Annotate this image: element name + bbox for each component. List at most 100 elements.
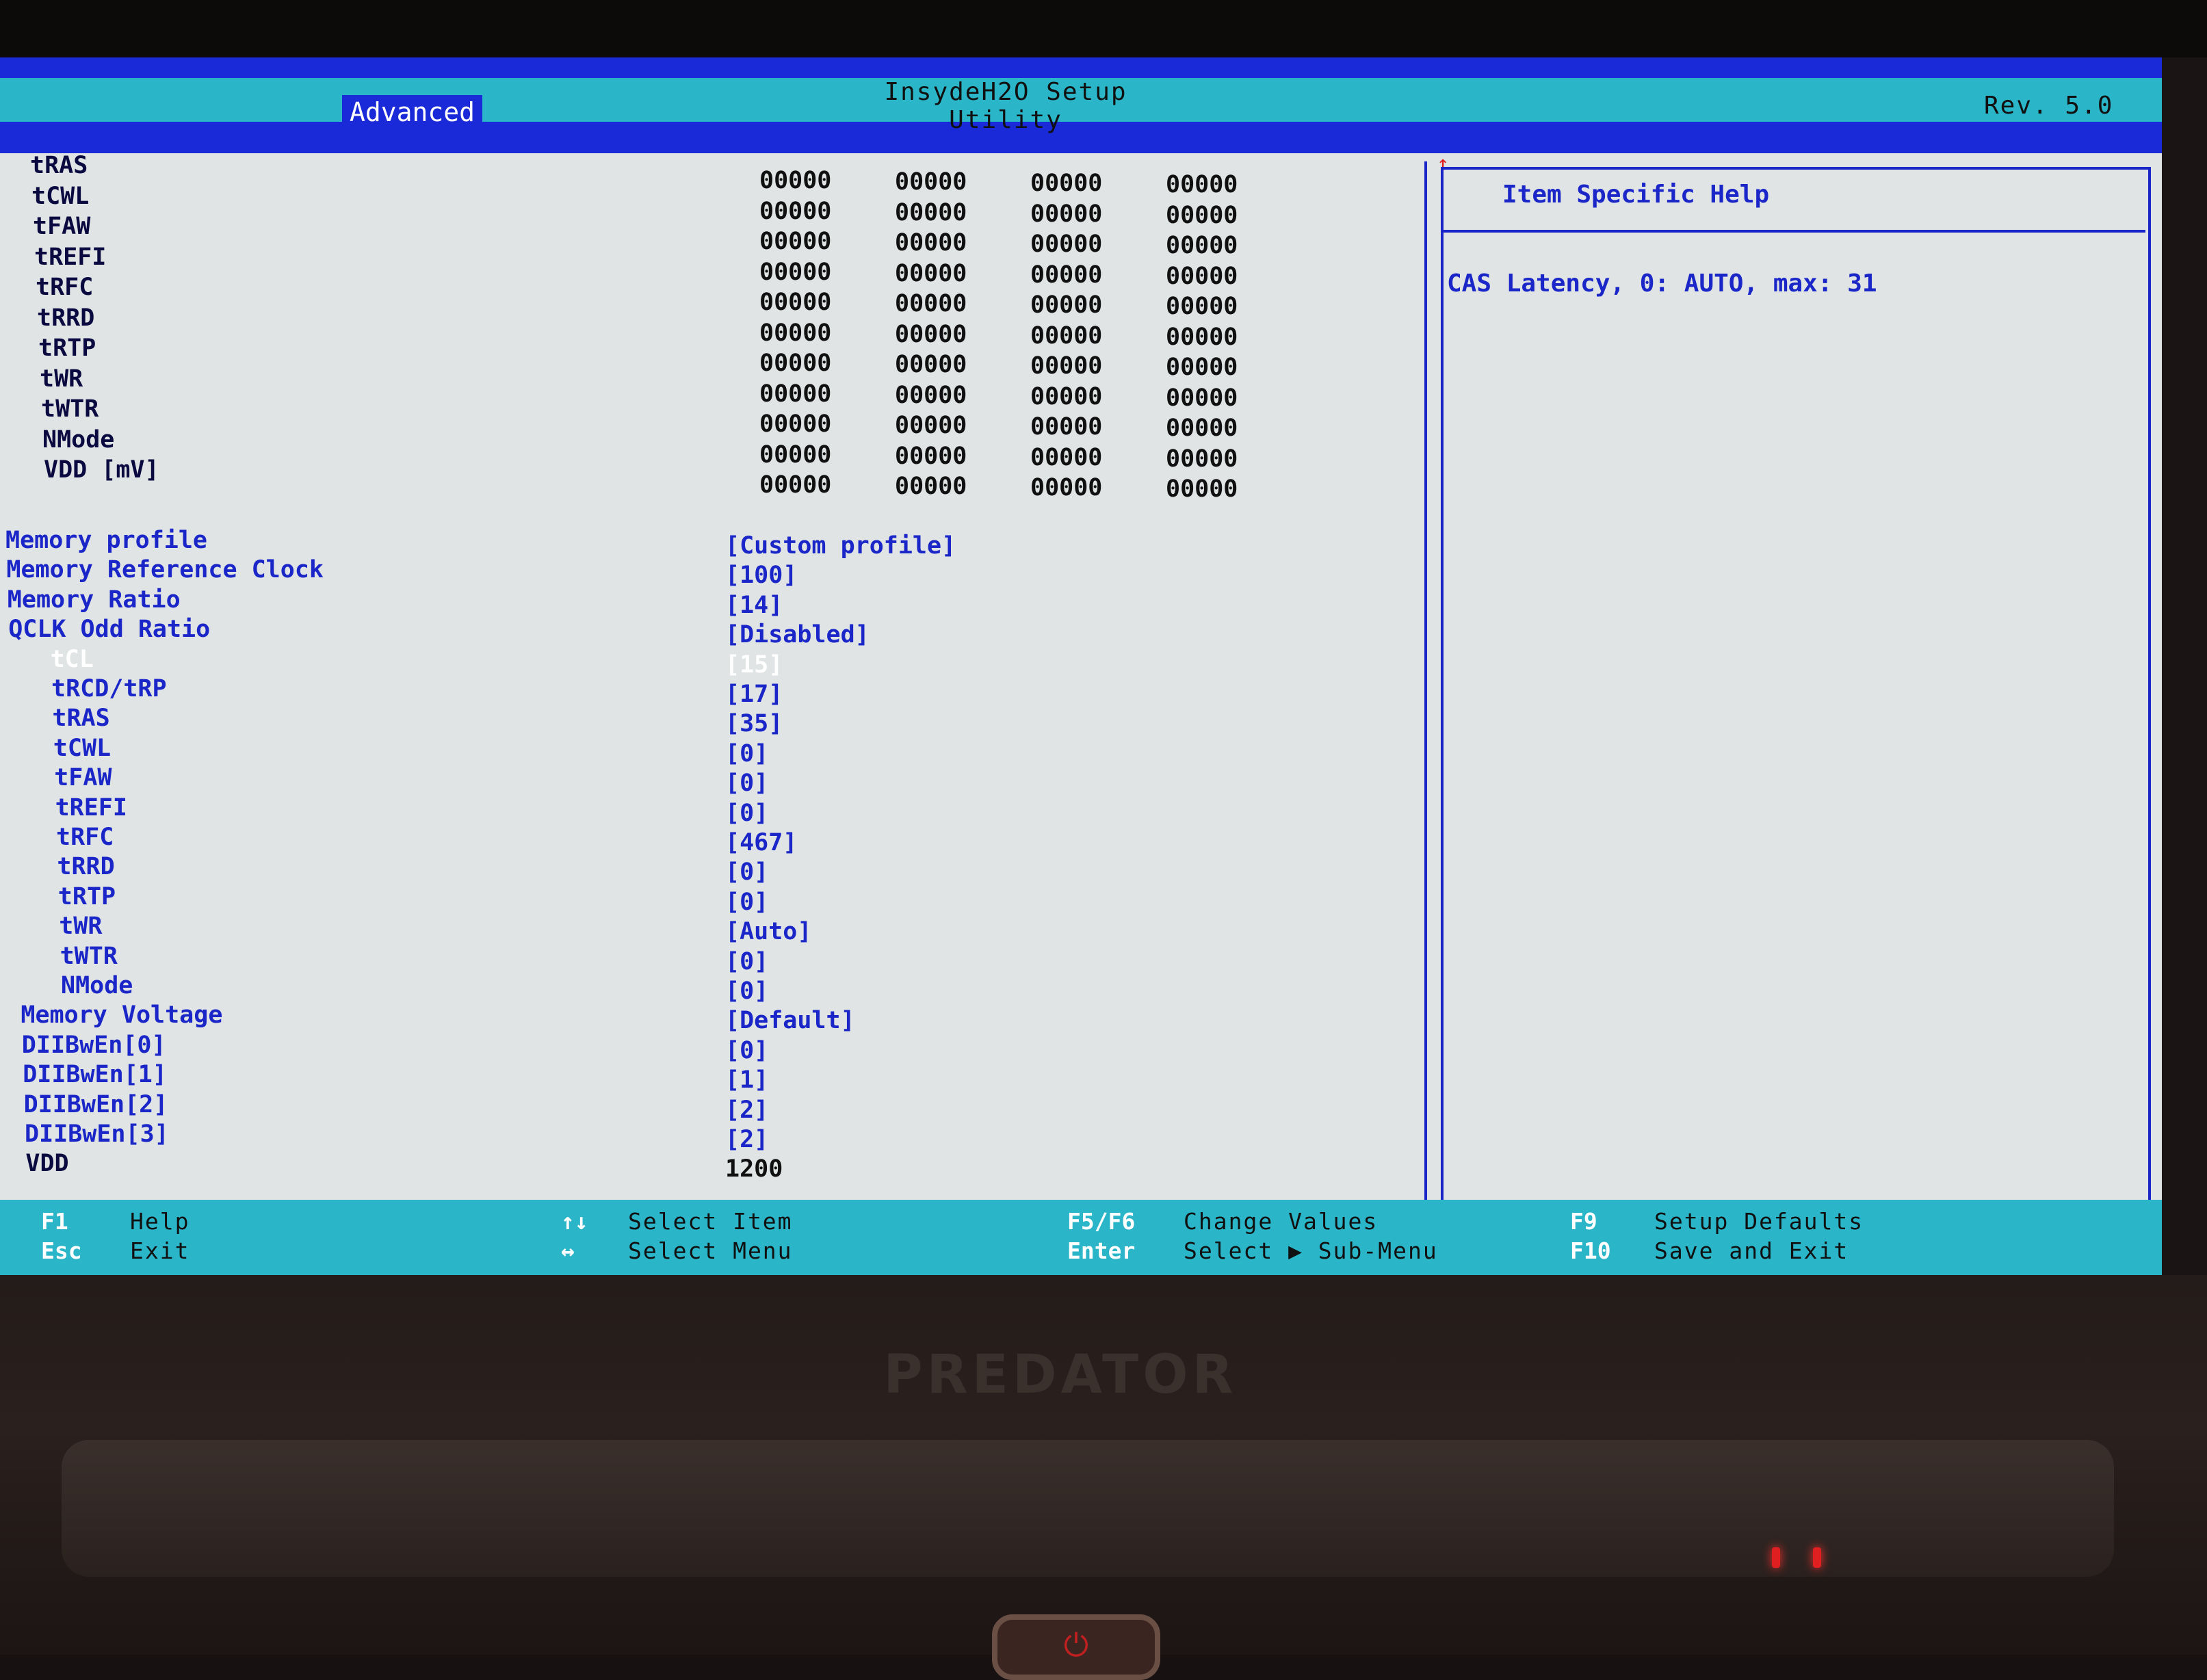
spd-row-label: tCWL [31, 182, 90, 210]
setting-value[interactable]: [100] [725, 562, 797, 589]
tab-advanced[interactable]: Advanced [342, 95, 482, 129]
setting-label[interactable]: tRAS [52, 705, 109, 732]
setting-value[interactable]: [15] [725, 651, 783, 679]
setting-label[interactable]: tRTP [58, 883, 116, 910]
spd-cell: 00000 [759, 197, 832, 225]
spd-cell: 00000 [1030, 443, 1103, 471]
setting-label[interactable]: tCL [51, 646, 94, 673]
key-legend-bar: F1 Help Esc Exit ↑↓ Select Item ↔ Select Menu F5… [0, 1200, 2162, 1275]
spd-cell: 00000 [895, 198, 967, 226]
setting-label[interactable]: tFAW [54, 764, 112, 791]
hotkey-description: Save and Exit [1654, 1237, 1849, 1264]
brand-logo: PREDATOR [883, 1344, 1238, 1406]
setting-value[interactable]: [467] [725, 829, 797, 856]
setting-label[interactable]: DIIBwEn[0] [22, 1032, 166, 1059]
setting-label[interactable]: tRRD [57, 853, 114, 880]
spd-cell: 00000 [895, 290, 967, 317]
laptop-hinge [62, 1440, 2114, 1577]
spd-cell: 00000 [759, 471, 832, 499]
spd-row-label: tRFC [36, 274, 94, 301]
spd-cell: 00000 [759, 289, 832, 316]
panel-divider [1424, 161, 1427, 1256]
spd-cell: 00000 [1030, 474, 1103, 501]
hotkey-label: Enter [1067, 1237, 1136, 1264]
setting-value[interactable]: [2] [725, 1097, 768, 1124]
spd-row-label: VDD [mV] [44, 456, 159, 484]
spd-cell: 00000 [1166, 384, 1238, 412]
setting-value[interactable]: [0] [725, 770, 768, 797]
setting-label[interactable]: tRFC [56, 824, 114, 851]
setting-value[interactable]: [35] [725, 710, 783, 737]
spd-cell: 00000 [759, 319, 832, 347]
setting-value[interactable]: [0] [725, 1037, 768, 1064]
spd-cell: 00000 [1166, 171, 1238, 198]
spd-row-label: tRAS [30, 152, 88, 179]
setting-value[interactable]: [Default] [725, 1007, 855, 1034]
setting-value[interactable]: [Custom profile] [725, 532, 956, 560]
readonly-label: VDD [25, 1150, 69, 1178]
setting-label[interactable]: tREFI [55, 794, 127, 822]
setting-label[interactable]: tCWL [53, 735, 111, 762]
setting-value[interactable]: [2] [725, 1126, 768, 1153]
hotkey-label: F1 [41, 1208, 68, 1235]
setting-value[interactable]: [0] [725, 948, 768, 975]
setting-label[interactable]: tWR [59, 913, 102, 940]
setting-label[interactable]: Memory Ratio [8, 586, 181, 614]
power-button[interactable]: ⏻ [992, 1614, 1160, 1680]
spd-row-label: tRRD [37, 304, 95, 332]
spd-cell: 00000 [1166, 201, 1238, 229]
setting-value[interactable]: [0] [725, 858, 768, 886]
help-divider [1441, 230, 2145, 233]
setting-label[interactable]: tRCD/tRP [51, 675, 167, 703]
spd-cell: 00000 [1030, 321, 1103, 350]
setting-label[interactable]: DIIBwEn[2] [24, 1091, 168, 1118]
hotkey-description: Select ▶ Sub-Menu [1184, 1237, 1438, 1264]
hotkey-description: Change Values [1184, 1208, 1379, 1235]
laptop-bezel [0, 0, 2207, 57]
help-panel [1441, 167, 2151, 1260]
setting-label[interactable]: Memory Reference Clock [6, 556, 324, 583]
setting-label[interactable]: Memory profile [5, 527, 207, 554]
hotkey-description: Help [130, 1208, 190, 1235]
setting-value[interactable]: [17] [725, 681, 783, 708]
spd-cell: 00000 [1030, 413, 1103, 441]
setting-value[interactable]: [Auto] [725, 918, 811, 945]
spd-row-label: tREFI [34, 243, 107, 271]
setting-value[interactable]: [0] [725, 977, 768, 1005]
revision-label: Rev. 5.0 [1984, 92, 2114, 120]
hotkey-description: Setup Defaults [1654, 1208, 1864, 1235]
setting-value[interactable]: [1] [725, 1066, 768, 1094]
setting-value[interactable]: [0] [725, 740, 768, 767]
spd-cell: 00000 [895, 412, 967, 439]
setting-value[interactable]: [14] [725, 592, 783, 619]
spd-cell: 00000 [895, 320, 967, 348]
setting-value[interactable]: [0] [725, 889, 768, 916]
setting-label[interactable]: DIIBwEn[3] [25, 1120, 169, 1148]
hotkey-description: Select Item [628, 1208, 793, 1235]
setting-label[interactable]: tWTR [60, 943, 118, 970]
hotkey-description: Exit [130, 1237, 190, 1264]
app-title: InsydeH2O Setup Utility [884, 78, 1127, 134]
spd-cell: 00000 [1166, 293, 1238, 320]
spd-cell: 00000 [895, 473, 967, 500]
spd-cell: 00000 [1030, 200, 1103, 228]
spd-row-label: tWR [40, 365, 83, 393]
hotkey-label: F9 [1570, 1208, 1597, 1235]
setting-value[interactable]: [Disabled] [725, 621, 870, 648]
spd-cell: 00000 [1030, 261, 1103, 289]
setting-label[interactable]: NMode [61, 972, 133, 999]
hotkey-label: ↔ [561, 1237, 575, 1264]
setting-value[interactable]: [0] [725, 800, 768, 827]
help-title: Item Specific Help [1502, 181, 1770, 209]
spd-row-label: tWTR [41, 395, 99, 423]
spd-cell: 00000 [759, 410, 832, 438]
status-led-icon [1813, 1547, 1821, 1568]
spd-cell: 00000 [895, 442, 967, 470]
setting-label[interactable]: QCLK Odd Ratio [8, 616, 210, 643]
spd-cell: 00000 [1030, 231, 1103, 258]
spd-cell: 00000 [1166, 232, 1238, 259]
setting-label[interactable]: DIIBwEn[1] [23, 1061, 167, 1088]
hotkey-label: F10 [1570, 1237, 1611, 1264]
setting-label[interactable]: Memory Voltage [21, 1001, 222, 1029]
spd-cell: 00000 [759, 441, 832, 469]
